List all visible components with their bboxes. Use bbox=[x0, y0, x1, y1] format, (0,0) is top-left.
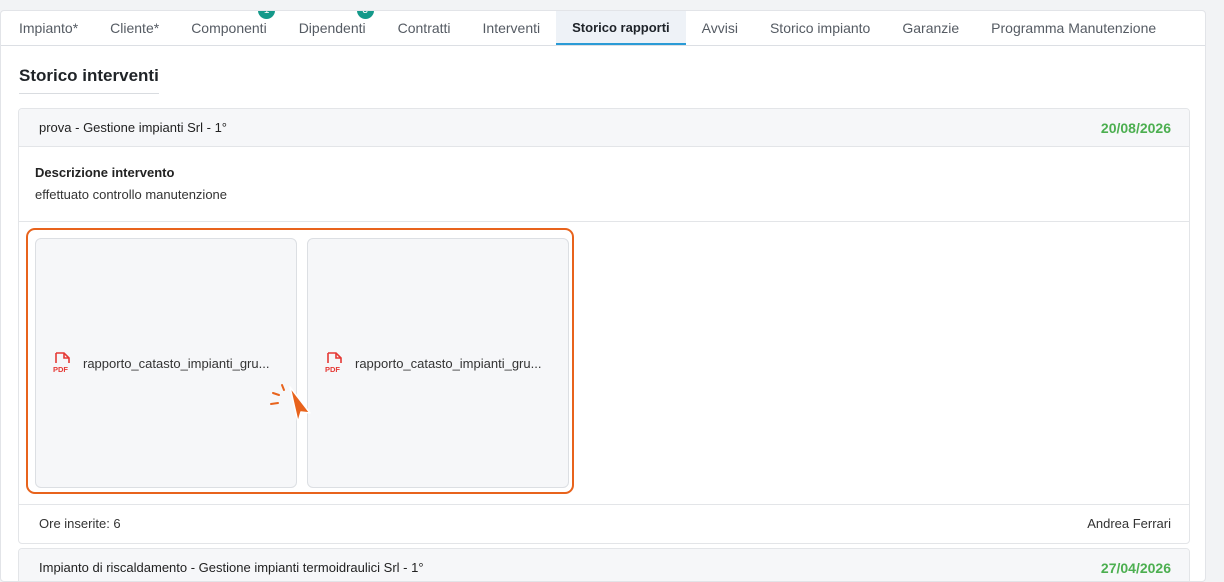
tab-interventi[interactable]: Interventi bbox=[467, 11, 557, 45]
tab-contratti[interactable]: Contratti bbox=[382, 11, 467, 45]
tab-label: Garanzie bbox=[902, 20, 960, 36]
count-badge: 1 bbox=[258, 11, 276, 19]
tab-componenti[interactable]: 1 Componenti bbox=[175, 11, 283, 45]
count-badge: 3 bbox=[356, 11, 374, 19]
tab-label: Impianto* bbox=[19, 20, 79, 36]
intervention-header: prova - Gestione impianti Srl - 1° 20/08… bbox=[19, 109, 1189, 147]
description-text: effettuato controllo manutenzione bbox=[35, 187, 228, 202]
attachment-card[interactable]: PDF rapporto_catasto_impianti_gru... bbox=[307, 238, 569, 488]
tab-impianto[interactable]: Impianto* bbox=[3, 11, 94, 45]
tab-label: Dipendenti bbox=[298, 20, 366, 36]
attachments-area: PDF rapporto_catasto_impianti_gru... PDF… bbox=[19, 222, 1189, 505]
click-cursor-icon bbox=[270, 384, 311, 423]
attachment-name: rapporto_catasto_impianti_gru... bbox=[83, 355, 270, 371]
main-panel: Impianto* Cliente* 1 Componenti 3 Dipend… bbox=[0, 10, 1206, 582]
intervention-description-section: Descrizione intervento effettuato contro… bbox=[19, 147, 1189, 222]
intervention-date: 20/08/2026 bbox=[1100, 119, 1171, 136]
tab-label: Programma Manutenzione bbox=[991, 20, 1157, 36]
tab-bar: Impianto* Cliente* 1 Componenti 3 Dipend… bbox=[1, 11, 1205, 46]
pdf-icon: PDF bbox=[325, 352, 342, 374]
section-title: Storico interventi bbox=[19, 66, 159, 94]
technician-name: Andrea Ferrari bbox=[1087, 516, 1171, 531]
attachment-card[interactable]: PDF rapporto_catasto_impianti_gru... bbox=[35, 238, 297, 488]
tab-avvisi[interactable]: Avvisi bbox=[686, 11, 754, 45]
tab-label: Contratti bbox=[397, 20, 451, 36]
tab-label: Interventi bbox=[482, 20, 541, 36]
attachment-name: rapporto_catasto_impianti_gru... bbox=[355, 355, 542, 371]
pdf-icon-label: PDF bbox=[325, 365, 340, 374]
tab-label: Storico rapporti bbox=[572, 19, 670, 35]
pdf-icon-label: PDF bbox=[53, 365, 68, 374]
tab-dipendenti[interactable]: 3 Dipendenti bbox=[283, 11, 382, 45]
description-label: Descrizione intervento bbox=[35, 165, 175, 180]
tab-programma-manutenzione[interactable]: Programma Manutenzione bbox=[975, 11, 1172, 45]
intervention-footer: Ore inserite: 6 Andrea Ferrari bbox=[19, 505, 1189, 542]
tab-label: Storico impianto bbox=[769, 20, 871, 36]
intervention-card: prova - Gestione impianti Srl - 1° 20/08… bbox=[18, 108, 1190, 544]
pdf-icon: PDF bbox=[53, 352, 70, 374]
tab-cliente[interactable]: Cliente* bbox=[94, 11, 175, 45]
intervention-title: prova - Gestione impianti Srl - 1° bbox=[39, 120, 227, 135]
intervention-card: Impianto di riscaldamento - Gestione imp… bbox=[18, 548, 1190, 581]
intervention-header: Impianto di riscaldamento - Gestione imp… bbox=[19, 549, 1189, 581]
tab-label: Avvisi bbox=[701, 20, 738, 36]
tab-label: Componenti bbox=[191, 20, 267, 36]
tab-storico-impianto[interactable]: Storico impianto bbox=[754, 11, 886, 45]
tab-label: Cliente* bbox=[110, 20, 160, 36]
hours-inserted: Ore inserite: 6 bbox=[39, 516, 121, 531]
tab-storico-rapporti[interactable]: Storico rapporti bbox=[556, 11, 686, 45]
tab-garanzie[interactable]: Garanzie bbox=[886, 11, 975, 45]
intervention-date: 27/04/2026 bbox=[1100, 559, 1171, 576]
intervention-title: Impianto di riscaldamento - Gestione imp… bbox=[39, 560, 424, 575]
